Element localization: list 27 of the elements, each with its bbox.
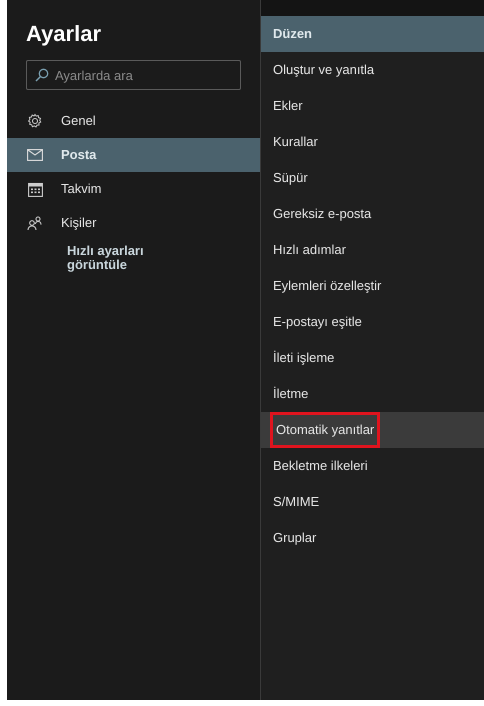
settings-item[interactable]: İletme bbox=[261, 376, 484, 412]
nav-item[interactable]: Takvim bbox=[7, 172, 260, 206]
settings-item[interactable]: Gruplar bbox=[261, 520, 484, 556]
people-icon bbox=[27, 216, 43, 230]
mail-icon bbox=[27, 149, 43, 161]
settings-item[interactable]: Eylemleri özelleştir bbox=[261, 268, 484, 304]
settings-icon bbox=[27, 113, 43, 129]
settings-item[interactable]: Oluştur ve yanıtla bbox=[261, 52, 484, 88]
settings-item[interactable]: Hızlı adımlar bbox=[261, 232, 484, 268]
settings-item[interactable]: İleti işleme bbox=[261, 340, 484, 376]
settings-item[interactable]: Süpür bbox=[261, 160, 484, 196]
settings-item[interactable]: S/MIME bbox=[261, 484, 484, 520]
settings-item[interactable]: Kurallar bbox=[261, 124, 484, 160]
settings-item[interactable]: E-postayı eşitle bbox=[261, 304, 484, 340]
search-field[interactable]: Ayarlarda ara bbox=[26, 60, 241, 90]
settings-item[interactable]: Ekler bbox=[261, 88, 484, 124]
quick-settings-link[interactable]: Hızlı ayarları görüntüle bbox=[67, 244, 187, 272]
settings-item[interactable]: Gereksiz e-posta bbox=[261, 196, 484, 232]
nav-item[interactable]: Kişiler bbox=[7, 206, 260, 240]
calendar-icon bbox=[28, 182, 42, 196]
nav-item[interactable]: Genel bbox=[7, 104, 260, 138]
nav-item[interactable]: Posta bbox=[7, 138, 260, 172]
settings-item[interactable]: Düzen bbox=[261, 16, 484, 52]
search-icon bbox=[35, 68, 49, 82]
settings-item[interactable]: Bekletme ilkeleri bbox=[261, 448, 484, 484]
settings-title: Ayarlar bbox=[25, 20, 102, 48]
settings-item[interactable]: Otomatik yanıtlar bbox=[261, 412, 484, 448]
